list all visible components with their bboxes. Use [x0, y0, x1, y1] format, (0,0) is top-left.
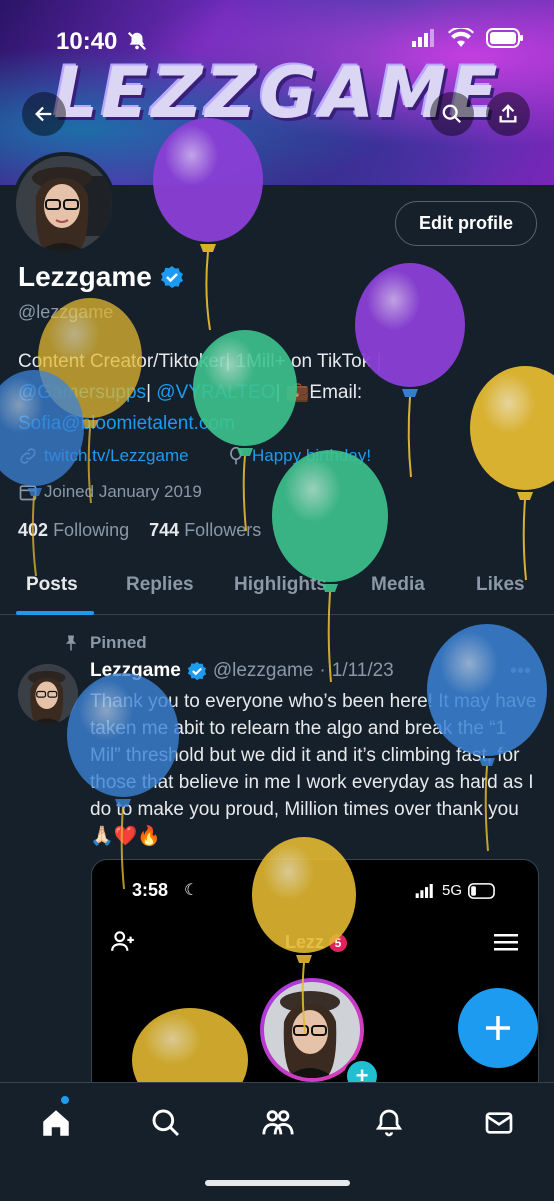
pinned-indicator: Pinned: [62, 633, 147, 653]
display-name: Lezzgame: [18, 261, 152, 292]
joined-row: Joined January 2019: [18, 482, 202, 502]
follow-stats: 402 Following 744 Followers: [18, 520, 261, 541]
followers-count: 744: [149, 520, 180, 540]
post-author-avatar[interactable]: [18, 664, 78, 724]
nav-communities[interactable]: [258, 1103, 298, 1143]
status-time: 10:40: [56, 28, 118, 55]
bio-mention-vyralteo[interactable]: @VYRALTEO: [156, 382, 275, 403]
bio-text: Content Creator/Tiktoker| 1Mill+ on TikT…: [18, 351, 382, 372]
bio-email-label: | 💼Email:: [275, 382, 363, 403]
following-count: 402: [18, 520, 49, 540]
search-icon: [152, 1109, 180, 1137]
compose-post-button[interactable]: [458, 988, 538, 1068]
battery-icon: [486, 28, 523, 48]
bell-icon: [375, 1109, 403, 1137]
edit-profile-button[interactable]: Edit profile: [395, 201, 537, 246]
moon-icon: ☾: [184, 882, 199, 899]
post-author-handle: @lezzgame: [212, 660, 314, 681]
post-author-name[interactable]: Lezzgame: [90, 660, 181, 682]
wifi-icon: [448, 28, 474, 47]
share-icon: [499, 104, 517, 123]
notification-dot: [61, 1096, 69, 1104]
add-person-icon: [110, 928, 136, 959]
verified-badge-icon: [187, 661, 206, 681]
share-button[interactable]: [486, 92, 530, 136]
post-separator: ·: [319, 660, 326, 681]
embed-time: 3:58: [132, 880, 169, 900]
nav-messages[interactable]: [479, 1103, 519, 1143]
post-text: Thank you to everyone who’s been here! I…: [90, 691, 537, 847]
balloon-icon: [230, 446, 242, 465]
home-icon: [43, 1110, 69, 1136]
post-media-image[interactable]: 3:58 ☾ 5G Lezz 5 +: [91, 859, 539, 1101]
arrow-left-icon: [35, 106, 52, 122]
profile-bio: Content Creator/Tiktoker| 1Mill+ on TikT…: [18, 346, 538, 439]
nav-home[interactable]: [36, 1103, 76, 1143]
profile-tabs: Posts Replies Highlights Media Likes: [0, 560, 554, 615]
embed-title-row: Lezz 5: [285, 932, 348, 953]
nav-search[interactable]: [146, 1103, 186, 1143]
bio-separator: |: [146, 382, 157, 403]
followers-label: Followers: [184, 520, 262, 540]
nav-notifications[interactable]: [369, 1103, 409, 1143]
verified-badge-icon: [160, 266, 183, 288]
back-button[interactable]: [22, 92, 66, 136]
more-options-icon[interactable]: •••: [510, 660, 531, 683]
pin-icon: [65, 635, 77, 651]
calendar-icon: [19, 485, 37, 501]
profile-avatar[interactable]: [12, 152, 116, 256]
active-tab-indicator: [16, 611, 94, 615]
embed-status-icons: 5G: [414, 882, 498, 899]
bell-slash-icon: [126, 30, 148, 57]
following-label: Following: [53, 520, 130, 540]
birthday-row: Happy birthday!: [226, 446, 371, 466]
post-header: Lezzgame @lezzgame · 1/11/23: [90, 660, 394, 682]
pinned-label: Pinned: [90, 633, 147, 652]
plus-icon: [486, 1016, 510, 1040]
joined-date: Joined January 2019: [44, 482, 202, 501]
embed-title: Lezz: [285, 932, 325, 952]
followers-link[interactable]: 744 Followers: [149, 520, 261, 540]
tab-media[interactable]: Media: [371, 574, 425, 596]
search-icon: [442, 104, 462, 124]
battery-icon: [468, 882, 495, 899]
tab-highlights[interactable]: Highlights: [234, 574, 327, 596]
link-icon: [20, 448, 36, 464]
following-link[interactable]: 402 Following: [18, 520, 129, 540]
menu-icon: [494, 932, 518, 957]
home-indicator: [205, 1180, 350, 1186]
embed-network: 5G: [442, 882, 463, 899]
display-name-row: Lezzgame: [18, 261, 184, 293]
tab-replies[interactable]: Replies: [126, 574, 194, 596]
birthday-text[interactable]: Happy birthday!: [252, 446, 371, 466]
embed-badge: 5: [329, 933, 348, 952]
bio-mention-gamersupps[interactable]: @Gamersupps: [18, 382, 146, 403]
website-row[interactable]: twitch.tv/Lezzgame: [18, 446, 189, 466]
signal-icon: [415, 883, 433, 898]
post-date: 1/11/23: [331, 660, 394, 681]
signal-icon: [412, 29, 434, 47]
bio-email-link[interactable]: Sofia@bloomietalent.com: [18, 413, 235, 434]
communities-icon: [262, 1110, 294, 1135]
tab-posts[interactable]: Posts: [26, 574, 78, 596]
website-link[interactable]: twitch.tv/Lezzgame: [44, 446, 189, 466]
search-button[interactable]: [430, 92, 474, 136]
mail-icon: [485, 1112, 513, 1134]
tab-likes[interactable]: Likes: [476, 574, 525, 596]
profile-handle: @lezzgame: [18, 302, 114, 322]
status-icons: [412, 28, 524, 48]
